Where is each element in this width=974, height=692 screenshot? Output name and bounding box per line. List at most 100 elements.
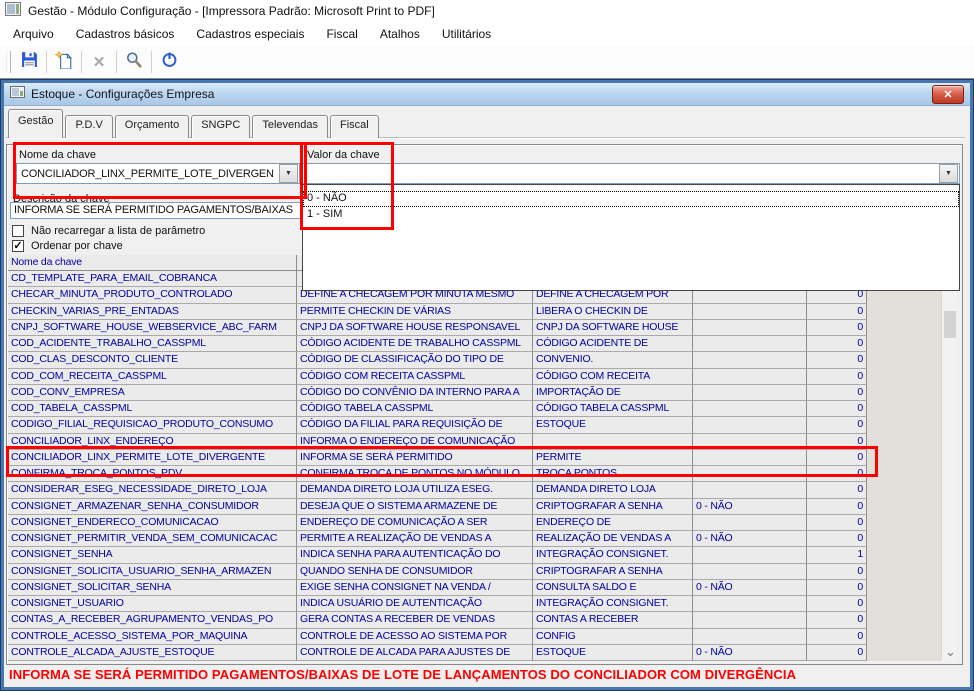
cell[interactable] — [693, 466, 807, 482]
table-row[interactable]: COD_COM_RECEITA_CASSPMLCÓDIGO COM RECEIT… — [8, 369, 956, 385]
cell[interactable]: CONVENIO. — [533, 352, 693, 368]
cell[interactable]: CONSIGNET_SOLICITAR_SENHA — [8, 580, 297, 596]
cell[interactable] — [533, 434, 693, 450]
menu-item-atalhos[interactable]: Atalhos — [369, 23, 431, 45]
cell[interactable]: 0 — [807, 515, 867, 531]
cell[interactable] — [693, 417, 807, 433]
cell[interactable]: 0 - NÃO — [693, 645, 807, 661]
cell[interactable]: INDICA USUÁRIO DE AUTENTICAÇÃO — [297, 596, 533, 612]
cell[interactable]: CONTROLE DE ACESSO AO SISTEMA POR — [297, 629, 533, 645]
table-row[interactable]: CONCILIADOR_LINX_PERMITE_LOTE_DIVERGENTE… — [8, 450, 956, 466]
cell[interactable]: ESTOQUE — [533, 645, 693, 661]
cell[interactable]: COD_ACIDENTE_TRABALHO_CASSPML — [8, 336, 297, 352]
nao-recarregar-checkbox[interactable] — [12, 225, 24, 237]
table-vertical-scrollbar[interactable]: ⌄ — [941, 255, 956, 661]
cell[interactable] — [693, 596, 807, 612]
cell[interactable]: CONSIGNET_USUARIO — [8, 596, 297, 612]
cell[interactable]: DESEJA QUE O SISTEMA ARMAZENE DE — [297, 499, 533, 515]
tab-fiscal[interactable]: Fiscal — [330, 115, 379, 138]
cell[interactable]: CHECAR_MINUTA_PRODUTO_CONTROLADO — [8, 287, 297, 303]
cell[interactable]: COD_CONV_EMPRESA — [8, 385, 297, 401]
nome-da-chave-combobox[interactable]: CONCILIADOR_LINX_PERMITE_LOTE_DIVERGEN ▼ — [16, 163, 300, 184]
cell[interactable]: CONTROLE_ACESSO_SISTEMA_POR_MAQUINA — [8, 629, 297, 645]
new-button[interactable] — [50, 49, 78, 75]
table-row[interactable]: CONSIGNET_SOLICITAR_SENHAEXIGE SENHA CON… — [8, 580, 956, 596]
cell[interactable]: CHECKIN_VARIAS_PRE_ENTADAS — [8, 304, 297, 320]
cell[interactable]: CONSIGNET_SENHA — [8, 547, 297, 563]
dropdown-option-0-nao[interactable]: 0 - NÃO — [303, 191, 959, 207]
cell[interactable]: 0 — [807, 352, 867, 368]
tab-gestao[interactable]: Gestão — [8, 109, 63, 138]
cell[interactable]: DEMANDA DIRETO LOJA UTILIZA ESEG. — [297, 482, 533, 498]
cell[interactable] — [693, 336, 807, 352]
table-row[interactable]: CONSIGNET_USUARIOINDICA USUÁRIO DE AUTEN… — [8, 596, 956, 612]
cell[interactable]: 0 — [807, 369, 867, 385]
menu-item-cadastros-basicos[interactable]: Cadastros básicos — [65, 23, 186, 45]
cell[interactable]: 0 — [807, 482, 867, 498]
cell[interactable]: CONFIG — [533, 629, 693, 645]
cell[interactable]: 0 — [807, 417, 867, 433]
valor-combo-dropdown-button[interactable]: ▼ — [939, 164, 958, 183]
descricao-da-chave-field[interactable]: INFORMA SE SERÁ PERMITIDO PAGAMENTOS/BAI… — [10, 202, 307, 219]
dropdown-option-1-sim[interactable]: 1 - SIM — [303, 207, 959, 223]
table-row[interactable]: CODIGO_FILIAL_REQUISICAO_PRODUTO_CONSUMO… — [8, 417, 956, 433]
cell[interactable]: 0 — [807, 499, 867, 515]
cell[interactable]: 0 — [807, 612, 867, 628]
cell[interactable]: CONSIGNET_ENDERECO_COMUNICACAO — [8, 515, 297, 531]
table-row[interactable]: CONCILIADOR_LINX_ENDEREÇOINFORMA O ENDER… — [8, 434, 956, 450]
cell[interactable]: 1 — [807, 547, 867, 563]
nome-combo-dropdown-button[interactable]: ▼ — [279, 164, 298, 183]
close-button[interactable]: ✕ — [932, 85, 964, 104]
table-row[interactable]: COD_CLAS_DESCONTO_CLIENTECÓDIGO DE CLASS… — [8, 352, 956, 368]
cell[interactable]: CÓDIGO DE CLASSIFICAÇÃO DO TIPO DE — [297, 352, 533, 368]
cell[interactable]: CONTROLE_ALCADA_AJUSTE_ESTOQUE — [8, 645, 297, 661]
cell[interactable]: COD_TABELA_CASSPML — [8, 401, 297, 417]
cell[interactable]: CD_TEMPLATE_PARA_EMAIL_COBRANCA — [8, 271, 297, 287]
cell[interactable]: CNPJ DA SOFTWARE HOUSE RESPONSAVEL — [297, 320, 533, 336]
valor-da-chave-combobox[interactable]: ▼ — [302, 163, 960, 184]
table-row[interactable]: CONSIGNET_SOLICITA_USUARIO_SENHA_ARMAZEN… — [8, 564, 956, 580]
cell[interactable] — [693, 369, 807, 385]
cell[interactable]: CRIPTOGRAFAR A SENHA — [533, 564, 693, 580]
cell[interactable]: 0 — [807, 596, 867, 612]
table-row[interactable]: CONSIGNET_ARMAZENAR_SENHA_CONSUMIDORDESE… — [8, 499, 956, 515]
toolbar-grip[interactable] — [6, 51, 11, 73]
cell[interactable]: REALIZAÇÃO DE VENDAS A — [533, 531, 693, 547]
cell[interactable]: 0 — [807, 401, 867, 417]
cell[interactable]: CNPJ DA SOFTWARE HOUSE — [533, 320, 693, 336]
cell[interactable]: CÓDIGO DA FILIAL PARA REQUISIÇÃO DE — [297, 417, 533, 433]
power-button[interactable] — [155, 49, 183, 75]
cell[interactable]: ESTOQUE — [533, 417, 693, 433]
menu-item-arquivo[interactable]: Arquivo — [2, 23, 65, 45]
cell[interactable] — [693, 515, 807, 531]
cell[interactable] — [693, 612, 807, 628]
table-row[interactable]: CONSIGNET_SENHAINDICA SENHA PARA AUTENTI… — [8, 547, 956, 563]
cell[interactable]: CONFIRMA TROCA DE PONTOS NO MÓDULO — [297, 466, 533, 482]
save-button[interactable] — [15, 49, 43, 75]
table-row[interactable]: COD_TABELA_CASSPMLCÓDIGO TABELA CASSPMLC… — [8, 401, 956, 417]
cell[interactable]: ENDEREÇO DE COMUNICAÇÃO A SER — [297, 515, 533, 531]
cell[interactable]: 0 — [807, 320, 867, 336]
cell[interactable]: CONSIDERAR_ESEG_NECESSIDADE_DIRETO_LOJA — [8, 482, 297, 498]
delete-button[interactable]: ✕ — [85, 49, 113, 75]
cell[interactable]: CONTAS_A_RECEBER_AGRUPAMENTO_VENDAS_PO — [8, 612, 297, 628]
table-row[interactable]: CONSIGNET_PERMITIR_VENDA_SEM_COMUNICACAC… — [8, 531, 956, 547]
cell[interactable]: INFORMA SE SERÁ PERMITIDO — [297, 450, 533, 466]
cell[interactable] — [693, 385, 807, 401]
table-row[interactable]: CONSIDERAR_ESEG_NECESSIDADE_DIRETO_LOJAD… — [8, 482, 956, 498]
column-header-nome-da-chave[interactable]: Nome da chave — [8, 255, 297, 271]
cell[interactable]: CONSULTA SALDO E — [533, 580, 693, 596]
cell[interactable]: 0 — [807, 304, 867, 320]
ordenar-por-chave-checkbox[interactable]: ✓ — [12, 240, 24, 252]
scrollbar-thumb[interactable] — [944, 311, 956, 338]
cell[interactable]: 0 — [807, 580, 867, 596]
cell[interactable]: CONSIGNET_ARMAZENAR_SENHA_CONSUMIDOR — [8, 499, 297, 515]
table-row[interactable]: CONFIRMA_TROCA_PONTOS_PDVCONFIRMA TROCA … — [8, 466, 956, 482]
cell[interactable]: CÓDIGO DO CONVÊNIO DA INTERNO PARA A — [297, 385, 533, 401]
cell[interactable]: CONFIRMA_TROCA_PONTOS_PDV — [8, 466, 297, 482]
cell[interactable]: CONTROLE DE ALCADA PARA AJUSTES DE — [297, 645, 533, 661]
cell[interactable]: 0 — [807, 564, 867, 580]
cell[interactable] — [693, 352, 807, 368]
cell[interactable]: 0 — [807, 531, 867, 547]
cell[interactable]: QUANDO SENHA DE CONSUMIDOR — [297, 564, 533, 580]
